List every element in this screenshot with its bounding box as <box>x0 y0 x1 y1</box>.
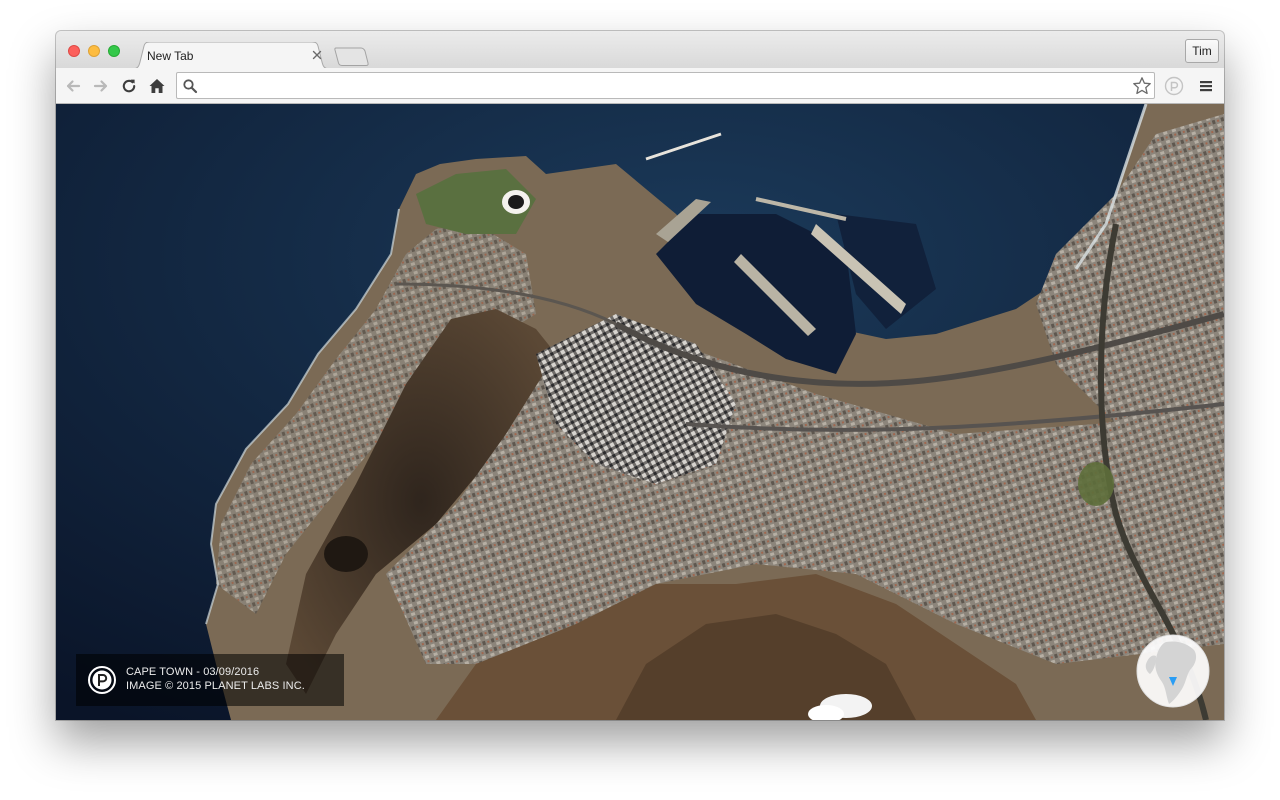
caption-location: CAPE TOWN - 03/09/2016 <box>126 666 260 678</box>
home-icon[interactable] <box>148 77 166 95</box>
tab-title: New Tab <box>147 49 194 63</box>
profile-button[interactable]: Tim <box>1185 39 1219 63</box>
satellite-image <box>56 104 1224 720</box>
new-tab-button[interactable] <box>334 47 369 66</box>
star-icon[interactable] <box>1132 76 1152 96</box>
address-bar[interactable] <box>176 72 1155 99</box>
satellite-image-page: CAPE TOWN - 03/09/2016 IMAGE © 2015 PLAN… <box>56 104 1224 720</box>
forward-arrow-icon[interactable] <box>92 77 110 95</box>
close-window-button[interactable] <box>68 45 80 57</box>
browser-window: New Tab Tim CAPE TOWN - 03/09/2016 IMAGE… <box>56 31 1224 720</box>
reload-icon[interactable] <box>120 77 138 95</box>
planet-logo-icon[interactable] <box>87 665 117 695</box>
tab-close-icon[interactable] <box>310 48 324 62</box>
zoom-window-button[interactable] <box>108 45 120 57</box>
planet-extension-icon[interactable] <box>1164 76 1184 96</box>
back-arrow-icon[interactable] <box>64 77 82 95</box>
globe-locator-icon[interactable] <box>1136 634 1210 708</box>
tab-new-tab[interactable]: New Tab <box>132 42 330 69</box>
image-caption: CAPE TOWN - 03/09/2016 IMAGE © 2015 PLAN… <box>76 654 344 706</box>
caption-credit: IMAGE © 2015 PLANET LABS INC. <box>126 680 305 692</box>
address-input[interactable] <box>203 76 1123 96</box>
toolbar <box>56 68 1224 104</box>
minimize-window-button[interactable] <box>88 45 100 57</box>
search-icon <box>182 78 198 94</box>
hamburger-menu-icon[interactable] <box>1197 77 1215 95</box>
tab-strip: New Tab Tim <box>56 31 1224 69</box>
